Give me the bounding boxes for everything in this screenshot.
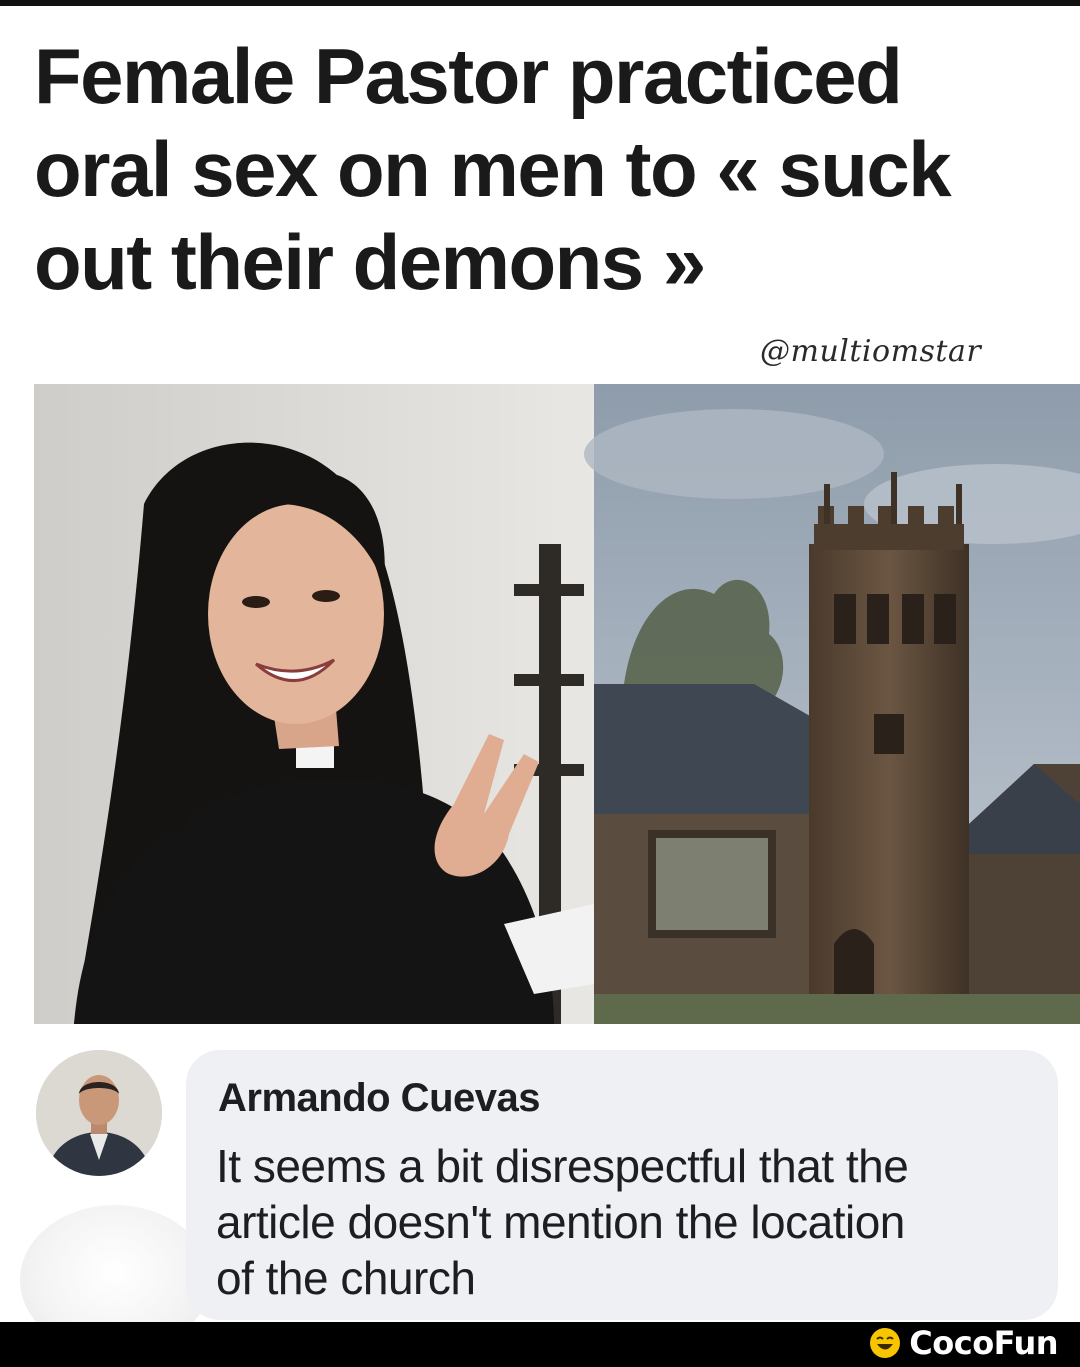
comment-text: It seems a bit disrespectful that the ar… xyxy=(216,1138,1036,1306)
avatar[interactable] xyxy=(36,1050,162,1176)
comment-text-line-2: article doesn't mention the location xyxy=(216,1196,905,1248)
brand-name: CocoFun xyxy=(909,1324,1058,1362)
headline-line-1: Female Pastor practiced xyxy=(34,32,903,120)
brand-watermark: CocoFun xyxy=(869,1324,1058,1362)
top-divider xyxy=(0,0,1080,6)
headline: Female Pastor practiced oral sex on men … xyxy=(34,30,1034,309)
headline-line-3: out their demons » xyxy=(34,218,706,306)
watermark-handle: @multiomstar xyxy=(760,334,982,369)
article-image xyxy=(34,384,1080,1024)
church-photo xyxy=(584,384,1080,1024)
comment-text-line-3: of the church xyxy=(216,1252,476,1304)
headline-line-2: oral sex on men to « suck xyxy=(34,125,952,213)
pastor-photo xyxy=(34,384,594,1024)
laughing-face-icon xyxy=(869,1327,901,1359)
comment-text-line-1: It seems a bit disrespectful that the xyxy=(216,1140,909,1192)
comment-author[interactable]: Armando Cuevas xyxy=(218,1076,540,1121)
